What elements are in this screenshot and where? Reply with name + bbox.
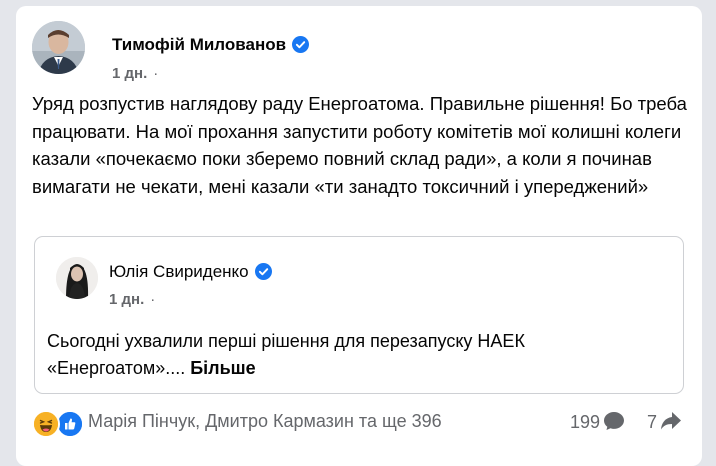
author-avatar[interactable] [32, 21, 85, 74]
reactors-summary[interactable]: Марія Пінчук, Дмитро Кармазин та ще 396 [88, 411, 442, 432]
shares-count[interactable]: 7 [647, 411, 682, 436]
comments-count[interactable]: 199 [570, 411, 625, 436]
haha-reaction-icon [32, 410, 60, 438]
shares-count-text[interactable]: 7 [647, 412, 657, 432]
shared-post-text-body: Сьогодні ухвалили перші рішення для пере… [47, 331, 525, 378]
shared-author-avatar[interactable] [56, 257, 98, 299]
shared-author-name[interactable]: Юлія Свириденко [109, 262, 272, 285]
post-text: Уряд розпустив наглядову раду Енергоатом… [32, 93, 687, 197]
shared-post-timestamp[interactable]: 1 дн. [109, 291, 144, 308]
shared-post-meta: 1 дн. · [109, 291, 155, 308]
shared-post-text: Сьогодні ухвалили перші рішення для пере… [47, 328, 667, 382]
post-timestamp[interactable]: 1 дн. [112, 65, 147, 82]
post-footer: Марія Пінчук, Дмитро Кармазин та ще 396 … [32, 404, 692, 440]
shared-author-name-text[interactable]: Юлія Свириденко [109, 262, 249, 281]
comment-bubble-icon [603, 411, 625, 436]
comments-count-text[interactable]: 199 [570, 412, 600, 432]
post-card: Тимофій Милованов 1 дн. · Уряд розпустив … [16, 6, 702, 466]
post-header: Тимофій Милованов 1 дн. · [32, 18, 672, 82]
post-meta: 1 дн. · [112, 65, 158, 82]
author-name[interactable]: Тимофій Милованов [112, 35, 310, 58]
share-arrow-icon [660, 411, 682, 436]
like-reaction-icon [56, 410, 84, 438]
shared-post[interactable]: Юлія Свириденко 1 дн. · Сьогодні ухвалили… [34, 236, 684, 394]
see-more-link[interactable]: Більше [190, 358, 255, 378]
reaction-icons[interactable] [32, 408, 84, 438]
verified-badge-icon [254, 263, 272, 285]
verified-badge-icon [292, 36, 310, 58]
meta-separator: · [150, 291, 156, 308]
meta-separator: · [153, 65, 159, 82]
author-name-text[interactable]: Тимофій Милованов [112, 35, 286, 54]
